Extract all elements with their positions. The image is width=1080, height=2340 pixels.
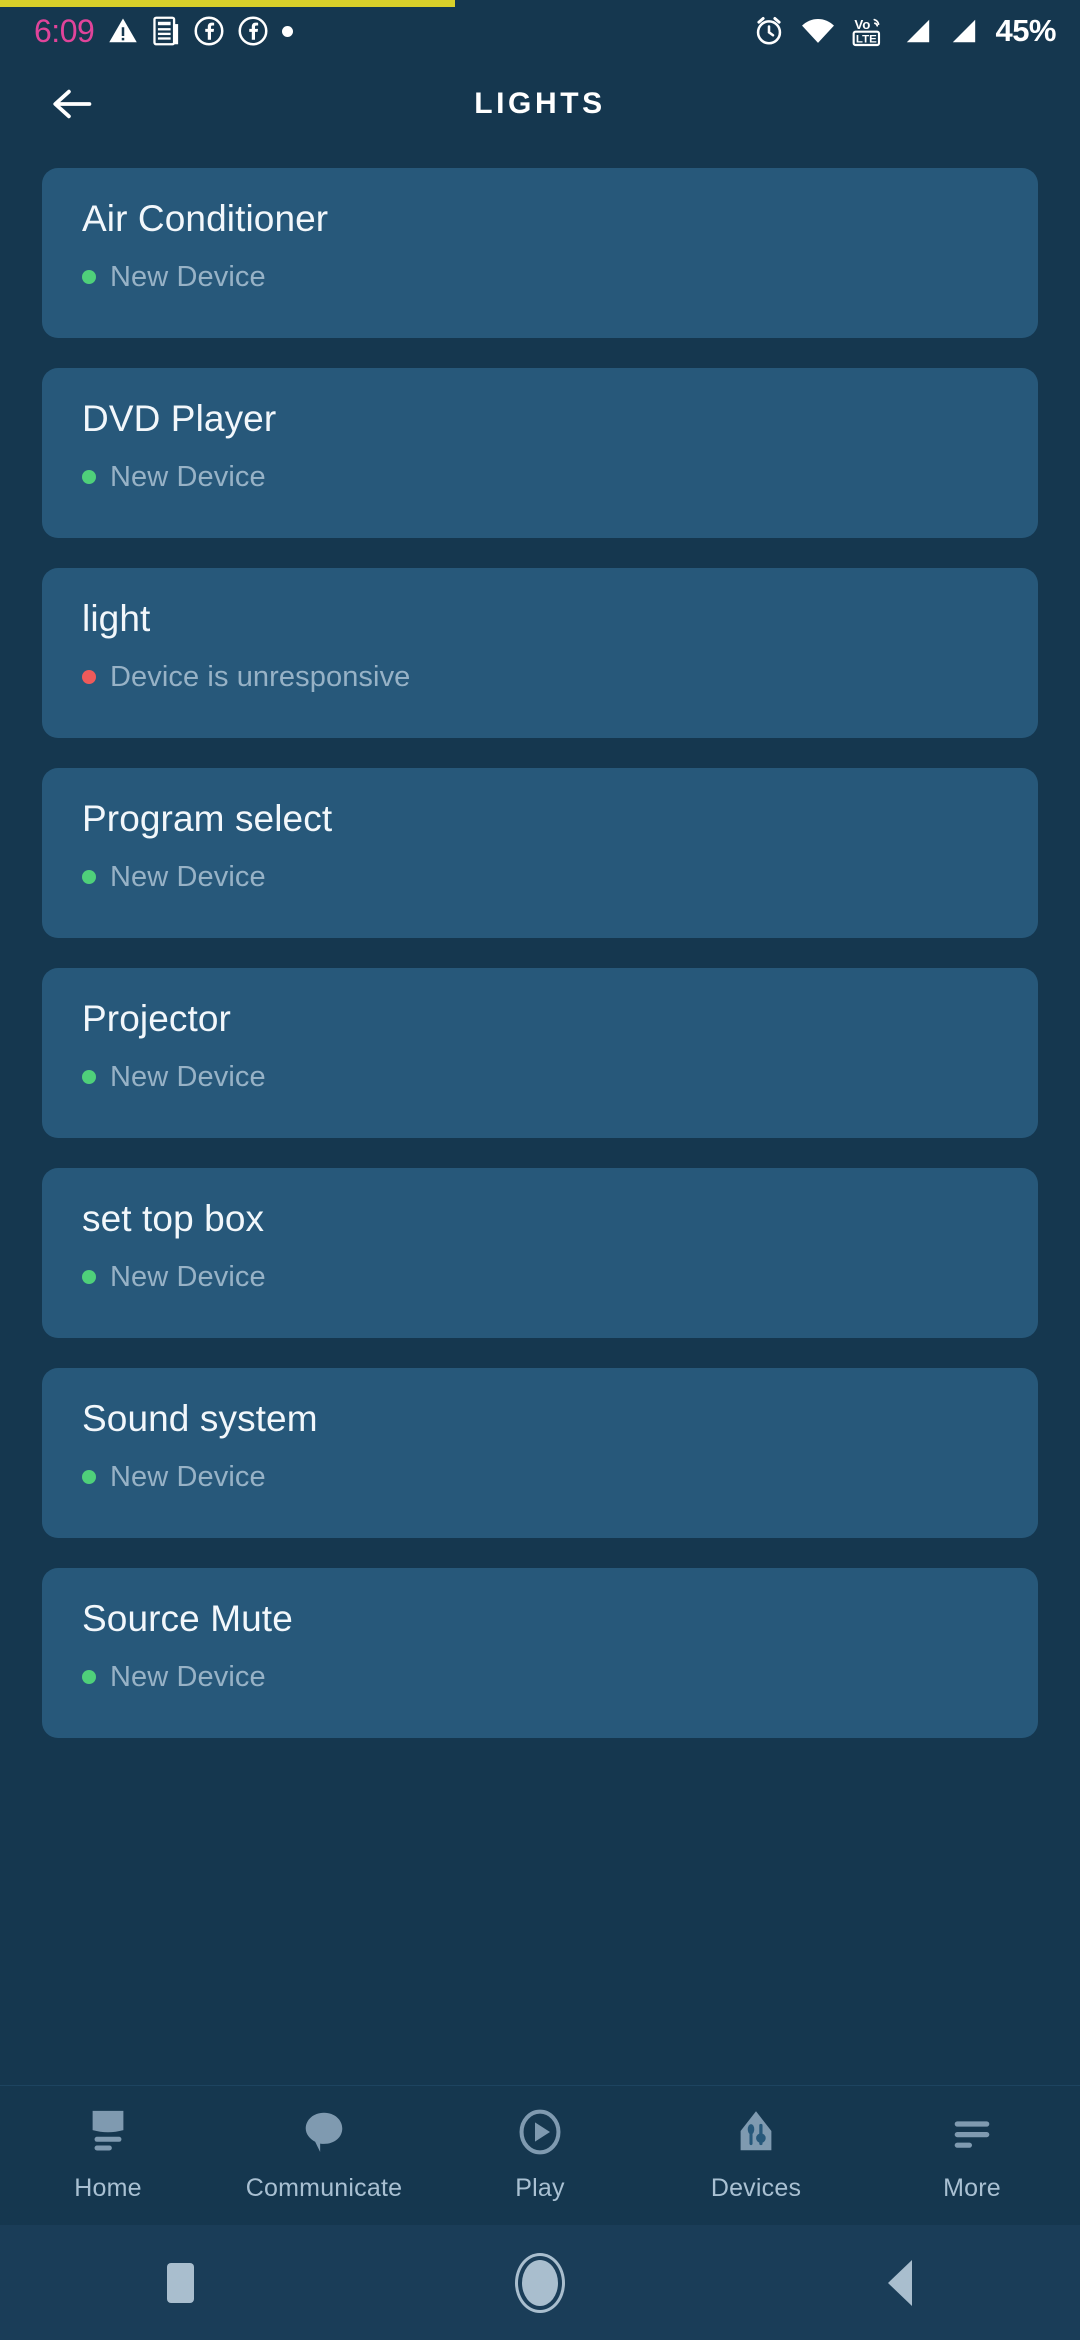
home-devices-icon [731,2102,781,2162]
device-status-row: New Device [82,461,1038,494]
app-bar: LIGHTS [0,62,1080,146]
tab-play[interactable]: Play [432,2102,648,2203]
android-navigation-bar [0,2225,1080,2340]
device-card[interactable]: set top box New Device [42,1168,1038,1338]
device-name: light [82,598,151,639]
device-status-text: New Device [110,1460,266,1493]
device-card[interactable]: Sound system New Device [42,1368,1038,1538]
device-name: Sound system [82,1398,318,1439]
status-clock: 6:09 [34,13,95,49]
tab-more[interactable]: More [864,2102,1080,2203]
status-bar-right: Vo LTE 45% [753,13,1056,49]
online-status-dot-icon [82,870,96,885]
svg-text:LTE: LTE [856,33,877,45]
tab-communicate[interactable]: Communicate [216,2102,432,2203]
device-status-row: New Device [82,1661,1038,1694]
device-status-row: New Device [82,861,1038,894]
online-status-dot-icon [82,1470,96,1485]
online-status-dot-icon [82,1670,96,1685]
nav-home-button[interactable] [360,2259,720,2306]
device-list: Air Conditioner New Device DVD Player New D… [0,146,1080,2085]
back-triangle-icon [888,2259,912,2306]
volte-icon: Vo LTE [853,17,881,47]
device-status-text: New Device [110,1660,266,1693]
page-title: LIGHTS [474,87,606,120]
facebook-icon [194,16,224,46]
device-status-text: New Device [110,1060,266,1093]
device-status-text: New Device [110,1260,266,1293]
device-card[interactable]: Air Conditioner New Device [42,168,1038,338]
home-circle-icon [522,2259,558,2306]
phone-screen: 6:09 Vo LTE 45% LIGHTS Air Conditioner N… [0,0,1080,2340]
news-document-icon [153,16,179,46]
device-name: set top box [82,1198,265,1239]
speech-bubble-icon [299,2102,349,2162]
tab-more-label: More [943,2174,1001,2202]
bottom-tab-bar: Home Communicate Play Devices More [0,2085,1080,2225]
tab-communicate-label: Communicate [245,2174,403,2202]
status-bar-left: 6:09 [34,13,294,49]
device-status-text: New Device [110,860,266,893]
device-status-row: New Device [82,1261,1038,1294]
online-status-dot-icon [82,1270,96,1285]
online-status-dot-icon [82,270,96,285]
monitor-icon [83,2102,133,2162]
nav-back-button[interactable] [720,2259,1080,2306]
tab-play-label: Play [515,2174,565,2202]
device-status-row: New Device [82,261,1038,294]
signal-bar-icon [953,19,976,43]
offline-status-dot-icon [82,670,96,685]
device-name: Projector [82,998,231,1039]
tab-home[interactable]: Home [0,2102,216,2203]
device-name: Air Conditioner [82,198,329,239]
wifi-icon [802,18,835,43]
device-card[interactable]: Projector New Device [42,968,1038,1138]
device-status-row: New Device [82,1461,1038,1494]
device-status-text: Device is unresponsive [110,660,411,693]
status-bar: 6:09 Vo LTE 45% [0,0,1080,62]
svg-text:Vo: Vo [855,17,871,32]
device-name: Program select [82,798,333,839]
device-card[interactable]: Source Mute New Device [42,1568,1038,1738]
online-status-dot-icon [82,1070,96,1085]
device-status-row: Device is unresponsive [82,661,1038,694]
back-button[interactable] [44,75,102,133]
warning-triangle-icon [109,18,138,43]
facebook-icon [238,16,268,46]
device-status-row: New Device [82,1061,1038,1094]
device-status-text: New Device [110,460,266,493]
device-card[interactable]: light Device is unresponsive [42,568,1038,738]
online-status-dot-icon [82,470,96,485]
dot-icon [282,25,294,37]
battery-percentage: 45% [995,13,1056,48]
arrow-left-icon [53,89,92,119]
nav-recents-button[interactable] [0,2262,360,2303]
recents-square-icon [166,2262,194,2303]
tab-devices-label: Devices [710,2174,802,2202]
hamburger-menu-icon [947,2102,997,2162]
alarm-clock-icon [757,17,782,45]
device-status-text: New Device [110,260,266,293]
device-card[interactable]: Program select New Device [42,768,1038,938]
signal-bar-icon [907,19,930,43]
device-name: Source Mute [82,1598,293,1639]
top-progress-bar [0,0,455,7]
tab-devices[interactable]: Devices [648,2102,864,2203]
device-card[interactable]: DVD Player New Device [42,368,1038,538]
play-circle-icon [515,2102,565,2162]
device-name: DVD Player [82,398,277,439]
tab-home-label: Home [74,2174,142,2202]
